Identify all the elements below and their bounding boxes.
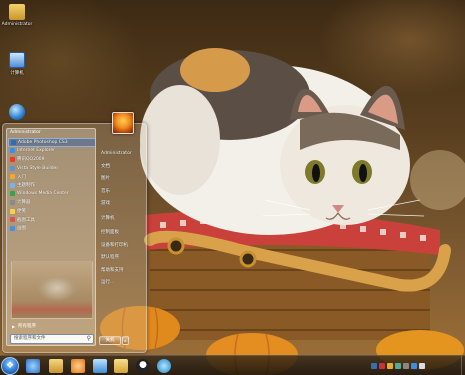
places-item-documents[interactable]: 文档 [99, 161, 145, 174]
calculator-icon [10, 199, 15, 205]
shutdown-options-arrow-icon[interactable]: ▸ [122, 336, 129, 345]
sticky-notes-icon [10, 208, 15, 214]
program-item-vista-style-builder[interactable]: Vista Style Builder [8, 164, 95, 173]
all-programs-button[interactable]: 所有程序 [10, 323, 92, 331]
start-menu-programs-pane: Administrator Adobe Photoshop CS3 Intern… [6, 128, 96, 346]
taskbar-qq-button[interactable] [136, 359, 150, 373]
desktop-icon-user-folder[interactable]: Administrator [0, 4, 34, 27]
taskbar-app-button[interactable] [157, 359, 171, 373]
program-item-calculator[interactable]: 计算器 [8, 198, 95, 207]
computer-icon [9, 52, 25, 68]
user-avatar[interactable] [112, 112, 134, 134]
program-item-media-center[interactable]: Windows Media Center [8, 190, 95, 199]
places-item-devices-printers[interactable]: 设备和打印机 [99, 240, 145, 253]
program-item-snipping-tool[interactable]: 截图工具 [8, 215, 95, 224]
tray-icon[interactable] [371, 363, 377, 369]
places-item-user[interactable]: Administrator [99, 148, 145, 161]
start-menu-user-name: Administrator [10, 130, 41, 135]
start-menu: Administrator Adobe Photoshop CS3 Intern… [2, 123, 147, 353]
search-icon: ⚲ [86, 335, 91, 342]
network-globe-icon [9, 104, 25, 120]
taskbar: ❖ [0, 355, 465, 375]
search-input[interactable]: 搜索程序和文件 ⚲ [10, 334, 94, 344]
show-desktop-button[interactable] [461, 356, 465, 375]
places-item-help-support[interactable]: 帮助和支持 [99, 265, 145, 278]
taskbar-media-button[interactable] [71, 359, 85, 373]
theme-icon [10, 182, 15, 188]
start-menu-places-pane: Administrator 文档 图片 音乐 游戏 计算机 控制面板 设备和打印… [99, 148, 145, 290]
internet-explorer-icon [10, 148, 15, 154]
program-item-sticky-notes[interactable]: 便笺 [8, 207, 95, 216]
desktop-icon-computer[interactable]: 计算机 [0, 52, 34, 76]
program-item-getting-started[interactable]: 入门 [8, 172, 95, 181]
snipping-tool-icon [10, 217, 15, 223]
tray-icon[interactable] [395, 363, 401, 369]
media-center-icon [10, 191, 15, 197]
places-item-default-programs[interactable]: 默认程序 [99, 252, 145, 265]
program-item-photoshop[interactable]: Adobe Photoshop CS3 [8, 138, 95, 147]
program-item-paint[interactable]: 画图 [8, 224, 95, 233]
tray-icon[interactable] [411, 363, 417, 369]
paint-icon [10, 225, 15, 231]
places-item-computer[interactable]: 计算机 [99, 213, 145, 226]
start-button[interactable]: ❖ [1, 357, 19, 375]
program-item-theme-maker[interactable]: 主题制作 [8, 181, 95, 190]
taskbar-network-button[interactable] [93, 359, 107, 373]
qq-icon [10, 156, 15, 162]
program-item-internet-explorer[interactable]: Internet Explorer [8, 147, 95, 156]
tray-icon[interactable] [403, 363, 409, 369]
places-item-control-panel[interactable]: 控制面板 [99, 227, 145, 240]
tray-icon[interactable] [387, 363, 393, 369]
taskbar-ie-button[interactable] [26, 359, 40, 373]
user-folder-icon [9, 4, 25, 20]
program-item-qq[interactable]: 腾讯QQ2009 [8, 155, 95, 164]
places-item-music[interactable]: 音乐 [99, 186, 145, 199]
system-tray [371, 361, 425, 371]
places-item-run[interactable]: 运行... [99, 277, 145, 290]
taskbar-folder-button[interactable] [114, 359, 128, 373]
desktop-icon-network[interactable] [0, 104, 34, 122]
places-item-games[interactable]: 游戏 [99, 198, 145, 211]
style-builder-icon [10, 165, 15, 171]
pane-background-image [11, 261, 93, 319]
volume-icon[interactable] [419, 363, 425, 369]
photoshop-icon [11, 139, 16, 145]
tray-icon[interactable] [379, 363, 385, 369]
getting-started-icon [10, 174, 15, 180]
shutdown-button[interactable]: 关机 [99, 336, 121, 345]
windows-logo-icon: ❖ [5, 361, 15, 371]
program-list: Adobe Photoshop CS3 Internet Explorer 腾讯… [8, 138, 95, 233]
places-item-pictures[interactable]: 图片 [99, 173, 145, 186]
taskbar-explorer-button[interactable] [49, 359, 63, 373]
